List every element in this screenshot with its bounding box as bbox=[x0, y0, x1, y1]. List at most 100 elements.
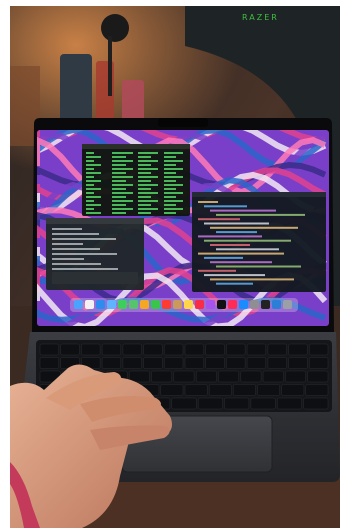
terminal-line bbox=[164, 192, 183, 194]
terminal-line bbox=[138, 180, 151, 182]
inspector-line bbox=[52, 238, 116, 240]
contacts-icon bbox=[173, 300, 182, 309]
mail-icon bbox=[107, 300, 116, 309]
terminal-line bbox=[164, 188, 176, 190]
keyboard-key bbox=[173, 370, 195, 383]
keyboard-key bbox=[277, 397, 302, 410]
terminal-line bbox=[164, 172, 176, 174]
keyboard-key bbox=[288, 357, 308, 369]
terminal-line bbox=[112, 192, 133, 194]
code-line bbox=[216, 231, 257, 234]
music-icon bbox=[195, 300, 204, 309]
keyboard-key bbox=[164, 357, 184, 369]
inspector-line bbox=[52, 243, 83, 245]
terminal-line bbox=[86, 212, 101, 214]
terminal-line bbox=[164, 212, 176, 214]
terminal-line bbox=[164, 176, 183, 178]
inspector-line bbox=[52, 248, 100, 250]
keyboard-key bbox=[143, 357, 163, 369]
keyboard-key bbox=[285, 370, 306, 383]
terminal-line bbox=[112, 172, 126, 174]
terminal-line bbox=[138, 204, 151, 206]
podcasts-icon bbox=[206, 300, 215, 309]
terminal-titlebar bbox=[82, 144, 190, 149]
terminal-line bbox=[138, 200, 158, 202]
code-line bbox=[198, 235, 262, 238]
inspector-window bbox=[46, 218, 144, 290]
keyboard-key bbox=[226, 343, 246, 356]
terminal-line bbox=[86, 172, 101, 174]
keyboard-key bbox=[309, 343, 329, 356]
safari-icon bbox=[96, 300, 105, 309]
terminal-line bbox=[138, 184, 158, 186]
notes-icon bbox=[184, 300, 193, 309]
scene-svg: RAZER bbox=[10, 6, 340, 528]
inspector-footer bbox=[52, 272, 138, 284]
terminal-line bbox=[112, 204, 126, 206]
terminal-line bbox=[164, 156, 176, 158]
keyboard-key bbox=[101, 357, 122, 369]
keyboard-key bbox=[250, 397, 276, 410]
terminal-window bbox=[82, 144, 190, 216]
terminal-line bbox=[164, 160, 183, 162]
keyboard-key bbox=[305, 384, 329, 396]
terminal-line bbox=[86, 180, 101, 182]
vscode-icon bbox=[272, 300, 281, 309]
keyboard-key bbox=[240, 370, 262, 383]
keyboard-key bbox=[128, 370, 150, 383]
keyboard-key bbox=[246, 357, 267, 369]
terminal-line bbox=[164, 196, 176, 198]
inspector-line bbox=[52, 268, 118, 270]
terminal-line bbox=[112, 196, 126, 198]
terminal-line bbox=[164, 208, 183, 210]
terminal-line bbox=[86, 192, 94, 194]
keyboard-key bbox=[171, 397, 197, 410]
terminal-line bbox=[138, 208, 158, 210]
appstore-icon bbox=[239, 300, 248, 309]
news-icon bbox=[228, 300, 237, 309]
terminal-line bbox=[138, 192, 158, 194]
keyboard-key bbox=[184, 384, 208, 396]
terminal-line bbox=[164, 164, 176, 166]
terminal-line bbox=[86, 208, 94, 210]
terminal-line bbox=[138, 172, 151, 174]
keyboard-key bbox=[101, 343, 122, 356]
lamp bbox=[101, 14, 129, 42]
terminal-line bbox=[86, 164, 101, 166]
terminal-line bbox=[138, 160, 158, 162]
code-line bbox=[204, 239, 291, 242]
terminal-line bbox=[164, 184, 183, 186]
keyboard-key bbox=[262, 370, 284, 383]
keyboard-key bbox=[303, 397, 329, 410]
code-line bbox=[210, 261, 272, 264]
messages-icon bbox=[118, 300, 127, 309]
code-line bbox=[198, 218, 240, 221]
laptop-photo: RAZER bbox=[10, 6, 340, 528]
chair-logo: RAZER bbox=[242, 13, 279, 22]
terminal-line bbox=[112, 164, 126, 166]
code-line bbox=[198, 252, 284, 255]
terminal-line bbox=[164, 168, 183, 170]
keyboard-key bbox=[39, 343, 59, 356]
keyboard-key bbox=[281, 384, 305, 396]
keyboard-key bbox=[197, 397, 223, 410]
keyboard-key bbox=[160, 384, 184, 396]
keyboard-key bbox=[195, 370, 217, 383]
tv-icon bbox=[217, 300, 226, 309]
code-line bbox=[204, 274, 265, 277]
terminal-line bbox=[112, 156, 126, 158]
code-line bbox=[204, 256, 243, 259]
code-line bbox=[204, 205, 247, 208]
keyboard-key bbox=[208, 384, 232, 396]
terminal-line bbox=[86, 168, 94, 170]
keyboard-key bbox=[60, 343, 80, 356]
terminal-line bbox=[86, 204, 101, 206]
photo-frame: RAZER bbox=[0, 0, 347, 529]
terminal-line bbox=[112, 152, 133, 154]
keyboard-key bbox=[143, 343, 163, 356]
code-line bbox=[210, 226, 298, 229]
terminal-line bbox=[138, 176, 158, 178]
terminal-line bbox=[112, 180, 126, 182]
finder-icon bbox=[74, 300, 83, 309]
terminal-line bbox=[86, 160, 94, 162]
